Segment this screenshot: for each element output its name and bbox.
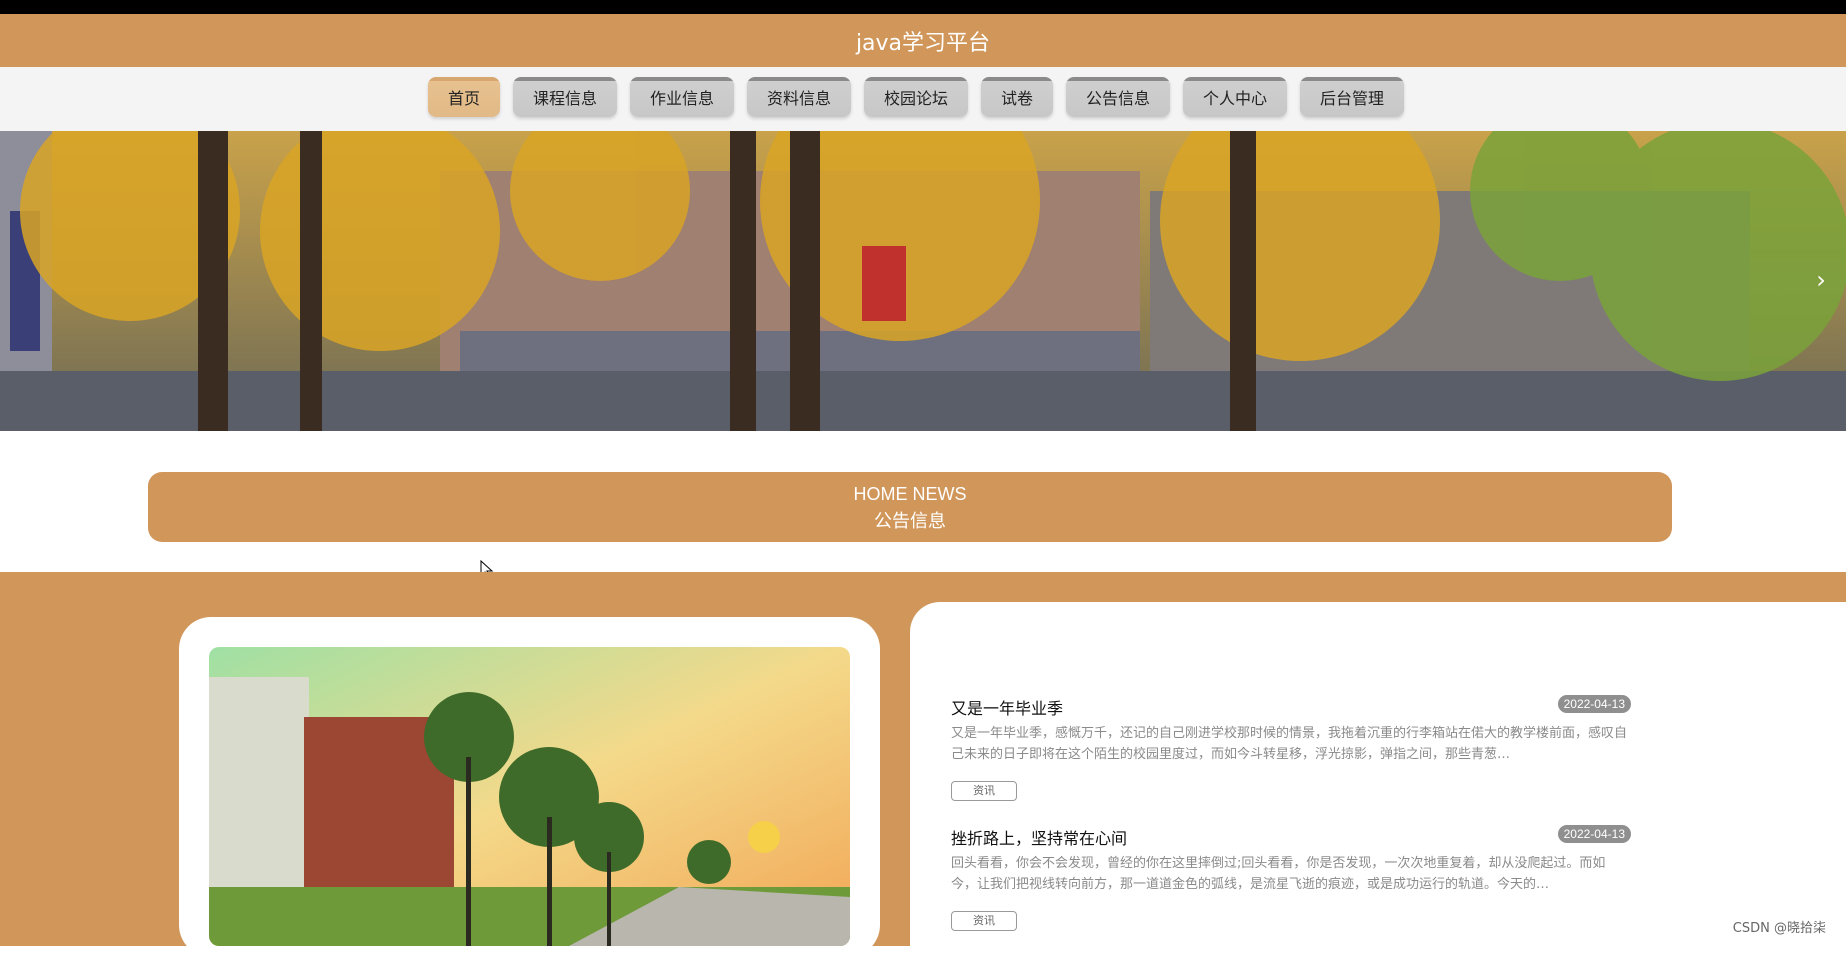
nav-item-forum[interactable]: 校园论坛 — [864, 77, 968, 117]
nav-label: 课程信息 — [532, 89, 597, 108]
nav-item-materials[interactable]: 资料信息 — [747, 77, 851, 117]
news-date-badge: 2022-04-13 — [1557, 695, 1631, 713]
news-title[interactable]: 挫折路上，坚持常在心间 — [951, 825, 1127, 849]
site-header: java学习平台 — [0, 14, 1846, 67]
chevron-right-icon[interactable]: › — [1810, 268, 1832, 292]
main-nav: 首页 课程信息 作业信息 资料信息 校园论坛 试卷 公告信息 个人中心 后台管理 — [0, 67, 1846, 131]
nav-label: 校园论坛 — [883, 89, 948, 108]
nav-label: 公告信息 — [1085, 89, 1150, 108]
news-tag[interactable]: 资讯 — [951, 911, 1017, 931]
nav-item-admin[interactable]: 后台管理 — [1300, 77, 1404, 117]
nav-label: 试卷 — [1000, 89, 1033, 108]
banner-carousel[interactable]: › — [0, 131, 1846, 431]
news-excerpt: 回头看看，你会不会发现，曾经的你在这里摔倒过;回头看看，你是否发现，一次次地重复… — [951, 856, 1606, 892]
nav-label: 首页 — [447, 89, 480, 108]
news-feature-image[interactable] — [209, 647, 850, 946]
news-list-card — [910, 602, 1846, 962]
news-section-title-cn: 公告信息 — [874, 511, 946, 532]
news-tag[interactable]: 资讯 — [951, 781, 1017, 801]
window-top-bar — [0, 0, 1846, 14]
news-title[interactable]: 又是一年毕业季 — [951, 695, 1063, 719]
nav-item-courses[interactable]: 课程信息 — [513, 77, 617, 117]
nav-item-announcements[interactable]: 公告信息 — [1066, 77, 1170, 117]
site-title: java学习平台 — [855, 30, 991, 56]
nav-item-home[interactable]: 首页 — [428, 77, 500, 117]
campus-photo — [209, 647, 850, 946]
watermark: CSDN @晓拾柒 — [1732, 921, 1826, 936]
news-excerpt: 又是一年毕业季，感慨万千，还记的自己刚进学校那时候的情景，我拖着沉重的行李箱站在… — [951, 726, 1628, 762]
nav-label: 资料信息 — [766, 89, 831, 108]
nav-label: 后台管理 — [1319, 89, 1384, 108]
nav-item-personal-center[interactable]: 个人中心 — [1183, 77, 1287, 117]
nav-item-exam[interactable]: 试卷 — [981, 77, 1053, 117]
nav-label: 作业信息 — [649, 89, 714, 108]
news-section-title-en: HOME NEWS — [853, 484, 967, 504]
news-section-header: HOME NEWS 公告信息 — [148, 472, 1672, 542]
news-date-badge: 2022-04-13 — [1557, 825, 1631, 843]
nav-item-homework[interactable]: 作业信息 — [630, 77, 734, 117]
banner-image — [0, 131, 1846, 431]
nav-label: 个人中心 — [1202, 89, 1267, 108]
